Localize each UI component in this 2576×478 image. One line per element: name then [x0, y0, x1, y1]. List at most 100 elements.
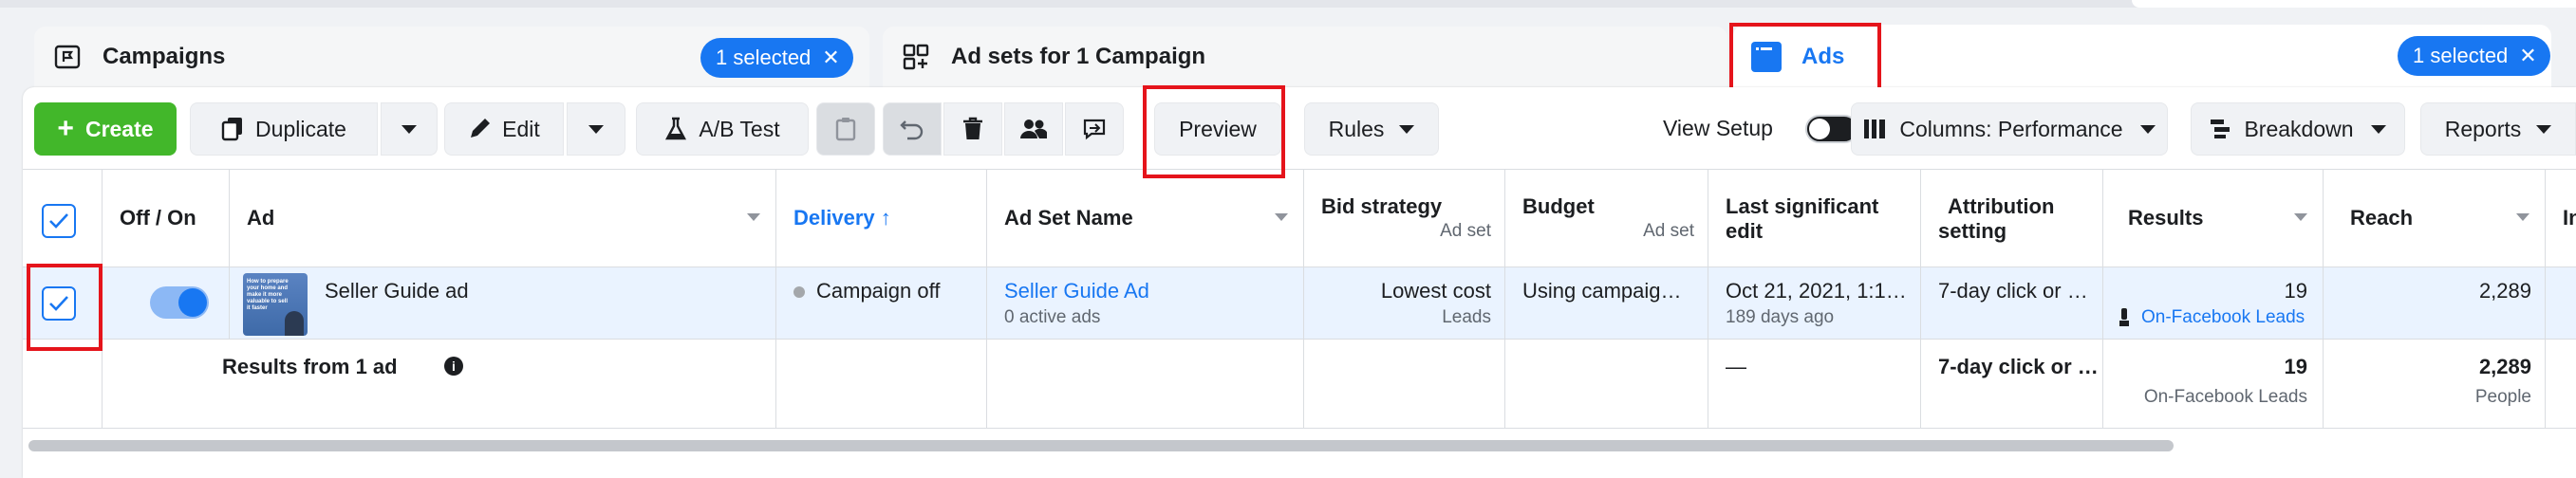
col-bid-strategy[interactable]: Bid strategy Ad set: [1304, 170, 1505, 268]
audience-button[interactable]: [1004, 102, 1063, 156]
duplicate-label: Duplicate: [255, 116, 346, 141]
col-results[interactable]: Results: [2103, 170, 2324, 268]
top-strip: [0, 0, 2576, 8]
col-attribution[interactable]: Attribution setting: [1921, 170, 2103, 268]
attribution-value: 7-day click or …: [1938, 279, 2088, 303]
sort-caret-icon[interactable]: [2294, 213, 2307, 221]
columns-label: Columns: Performance: [1899, 116, 2123, 141]
delete-button[interactable]: [943, 102, 1002, 156]
table-header: Off / On Ad Delivery ↑ Ad Set Name Bid s…: [23, 169, 2576, 268]
bid-strategy-value: Lowest cost: [1380, 279, 1491, 303]
edit-label: Edit: [502, 116, 540, 141]
close-icon[interactable]: ✕: [822, 47, 839, 68]
folder-flag-icon: [51, 41, 84, 73]
tab-ads[interactable]: Ads 1 selected ✕: [1733, 25, 2551, 89]
close-icon[interactable]: ✕: [2519, 46, 2536, 66]
columns-button[interactable]: Columns: Performance: [1851, 102, 2168, 156]
col-off-on[interactable]: Off / On: [103, 170, 230, 268]
ad-thumbnail[interactable]: How to prepare your home and make it mor…: [243, 273, 308, 336]
col-last-edit[interactable]: Last significant edit: [1708, 170, 1921, 268]
breakdown-icon: [2211, 120, 2231, 138]
caret-down-icon: [2370, 124, 2386, 134]
summary-results: 19: [2284, 355, 2307, 378]
ab-test-button[interactable]: A/B Test: [636, 102, 809, 156]
info-icon[interactable]: i: [444, 357, 463, 376]
row-toggle-cell: [103, 267, 230, 339]
summary-row: Results from 1 ad i — 7-day click or … 1…: [23, 340, 2576, 429]
caret-down-icon: [2139, 124, 2156, 134]
reports-button[interactable]: Reports: [2420, 102, 2576, 156]
col-next[interactable]: In: [2546, 170, 2576, 268]
sort-caret-icon[interactable]: [1275, 213, 1288, 221]
create-button[interactable]: + Create: [34, 102, 177, 156]
col-ad[interactable]: Ad: [230, 170, 776, 268]
summary-results-cell: 19 On-Facebook Leads: [2103, 340, 2324, 428]
col-attribution-label-1: Attribution: [1948, 194, 2055, 218]
summary-empty-cell: [23, 340, 103, 428]
summary-attribution: 7-day click or …: [1938, 355, 2099, 378]
tab-campaigns[interactable]: Campaigns 1 selected ✕: [34, 27, 869, 87]
col-results-label: Results: [2128, 206, 2204, 230]
row-ad-cell: How to prepare your home and make it mor…: [230, 267, 776, 339]
col-ad-label: Ad: [247, 206, 275, 230]
tab-campaigns-label: Campaigns: [103, 44, 226, 69]
preview-button[interactable]: Preview: [1154, 102, 1281, 156]
col-budget-sub: Ad set: [1643, 221, 1694, 241]
thumbnail-person: [285, 311, 304, 336]
col-budget[interactable]: Budget Ad set: [1505, 170, 1708, 268]
summary-label-cell: Results from 1 ad i: [103, 340, 776, 428]
plus-icon: +: [57, 113, 74, 144]
check-icon: [49, 213, 68, 229]
col-budget-label: Budget: [1522, 194, 1595, 218]
table-row[interactable]: How to prepare your home and make it mor…: [23, 267, 2576, 340]
duplicate-button[interactable]: Duplicate: [190, 102, 378, 156]
duplicate-dropdown[interactable]: [381, 102, 438, 156]
last-edit-value: Oct 21, 2021, 1:1…: [1726, 279, 1907, 303]
clipboard-icon: [835, 118, 856, 141]
sort-caret-icon[interactable]: [2516, 213, 2529, 221]
trash-icon: [963, 117, 982, 139]
ad-thumbnail-text: How to prepare your home and make it mor…: [247, 279, 289, 311]
check-icon: [49, 296, 68, 311]
campaigns-selected-badge[interactable]: 1 selected ✕: [700, 38, 853, 78]
summary-last-edit-cell: —: [1708, 340, 1921, 428]
col-off-on-label: Off / On: [120, 206, 196, 230]
view-setup-label: View Setup: [1663, 116, 1773, 140]
ad-name-link[interactable]: Seller Guide ad: [325, 279, 469, 303]
edit-dropdown[interactable]: [567, 102, 625, 156]
results-type-link[interactable]: On-Facebook Leads: [2141, 307, 2305, 328]
toggle-knob: [1809, 119, 1830, 139]
row-bid-cell: Lowest cost Leads: [1304, 267, 1505, 339]
campaigns-selected-label: 1 selected: [716, 46, 812, 69]
ad-on-toggle[interactable]: [150, 286, 209, 319]
undo-button[interactable]: [883, 102, 942, 156]
col-bid-strategy-sub: Ad set: [1440, 221, 1491, 241]
ad-set-name-link[interactable]: Seller Guide Ad: [1004, 279, 1149, 303]
col-delivery[interactable]: Delivery ↑: [776, 170, 987, 268]
summary-budget-cell: [1505, 340, 1708, 428]
horizontal-scrollbar[interactable]: [28, 440, 2174, 451]
ads-selected-badge[interactable]: 1 selected ✕: [2398, 36, 2550, 76]
summary-reach-unit: People: [2474, 387, 2531, 407]
undo-icon: [900, 120, 924, 140]
breakdown-button[interactable]: Breakdown: [2191, 102, 2405, 156]
status-dot: [793, 286, 805, 298]
select-all-checkbox[interactable]: [42, 204, 76, 238]
ad-window-icon: [1750, 41, 1783, 73]
row-delivery-cell: Campaign off: [776, 267, 987, 339]
row-checkbox[interactable]: [42, 286, 76, 321]
sort-caret-icon[interactable]: [747, 213, 760, 221]
chat-share-icon: [1083, 119, 1106, 140]
edit-button[interactable]: Edit: [444, 102, 564, 156]
share-button[interactable]: [1065, 102, 1124, 156]
summary-attribution-cell: 7-day click or …: [1921, 340, 2103, 428]
col-ad-set-name[interactable]: Ad Set Name: [987, 170, 1304, 268]
col-reach[interactable]: Reach: [2324, 170, 2546, 268]
col-last-edit-label-1: Last significant: [1726, 194, 1879, 218]
tab-adsets[interactable]: Ad sets for 1 Campaign: [883, 27, 1727, 87]
col-ad-set-name-label: Ad Set Name: [1004, 206, 1133, 230]
col-reach-label: Reach: [2350, 206, 2414, 230]
rules-button[interactable]: Rules: [1304, 102, 1439, 156]
clipboard-button[interactable]: [816, 102, 875, 156]
flask-icon: [665, 117, 687, 140]
